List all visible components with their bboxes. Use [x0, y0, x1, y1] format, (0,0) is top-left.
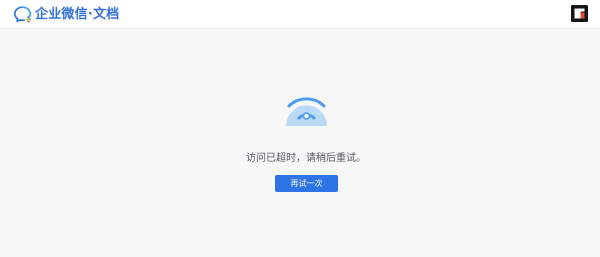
brand-link[interactable]: 企业微信·文档: [13, 5, 119, 24]
user-avatar-icon[interactable]: [571, 5, 588, 22]
wifi-signal-icon: [286, 97, 327, 126]
timeout-message: 访问已超时，请稍后重试。: [246, 153, 366, 164]
wecom-chat-bubble-icon: [13, 6, 32, 23]
error-page: 访问已超时，请稍后重试。 再试一次: [0, 30, 600, 257]
top-bar: 企业微信·文档: [0, 0, 600, 29]
brand-name: 企业微信·文档: [35, 7, 120, 22]
retry-button[interactable]: 再试一次: [275, 175, 338, 192]
